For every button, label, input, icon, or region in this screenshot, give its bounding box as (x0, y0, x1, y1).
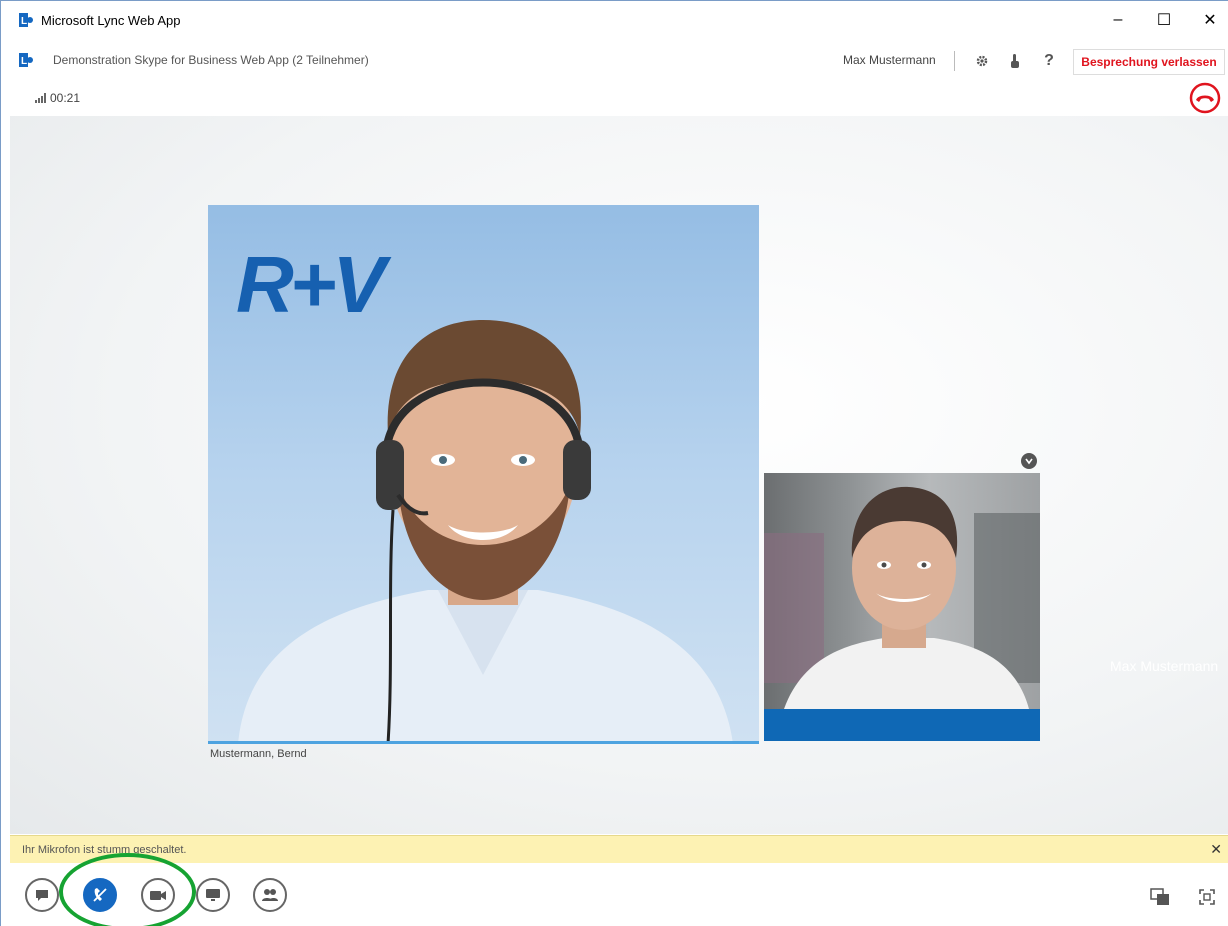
close-window-button[interactable]: ✕ (1187, 7, 1228, 33)
signal-icon (35, 93, 46, 103)
title-bar: L Microsoft Lync Web App – ☐ ✕ (1, 1, 1228, 39)
highlight-ring (59, 853, 196, 926)
chevron-down-icon[interactable] (1021, 453, 1037, 469)
hangup-icon[interactable] (1189, 82, 1221, 114)
divider (954, 51, 955, 71)
conversation-title: Demonstration Skype for Business Web App… (53, 53, 369, 67)
participants-button[interactable] (253, 878, 287, 912)
participants-icon (262, 889, 278, 901)
im-button[interactable] (25, 878, 59, 912)
close-notification-button[interactable]: ✕ (1210, 841, 1222, 858)
fullscreen-icon[interactable] (1198, 888, 1218, 906)
present-icon (206, 889, 220, 901)
user-name[interactable]: Max Mustermann (843, 53, 936, 67)
self-video-tile[interactable] (764, 473, 1040, 741)
main-video-tile[interactable]: R+V (208, 205, 759, 744)
side-participant-name: Max Mustermann (1110, 658, 1219, 674)
minimize-button[interactable]: – (1095, 7, 1141, 33)
call-timer: 00:21 (35, 91, 80, 105)
main-participant-name: Mustermann, Bernd (210, 748, 307, 760)
layout-icon[interactable] (1150, 888, 1170, 906)
conversation-header: L Demonstration Skype for Business Web A… (1, 45, 1228, 75)
lync-logo-icon: L (19, 13, 33, 27)
participant-video (238, 320, 733, 741)
call-duration: 00:21 (50, 91, 81, 105)
window-title: Microsoft Lync Web App (41, 13, 181, 28)
touch-icon[interactable] (1005, 51, 1025, 71)
self-video-bar (764, 709, 1040, 741)
svg-text:L: L (21, 16, 27, 27)
leave-meeting-button[interactable]: Besprechung verlassen (1073, 49, 1225, 75)
gear-icon[interactable] (972, 51, 992, 71)
present-button[interactable] (196, 878, 230, 912)
im-icon (36, 890, 48, 901)
mute-notification: Ihr Mikrofon ist stumm geschaltet. ✕ (10, 835, 1228, 863)
self-video (764, 486, 1040, 709)
maximize-button[interactable]: ☐ (1141, 7, 1187, 33)
svg-text:L: L (21, 56, 27, 67)
help-icon[interactable]: ? (1039, 51, 1059, 71)
lync-logo-icon: L (19, 53, 33, 67)
